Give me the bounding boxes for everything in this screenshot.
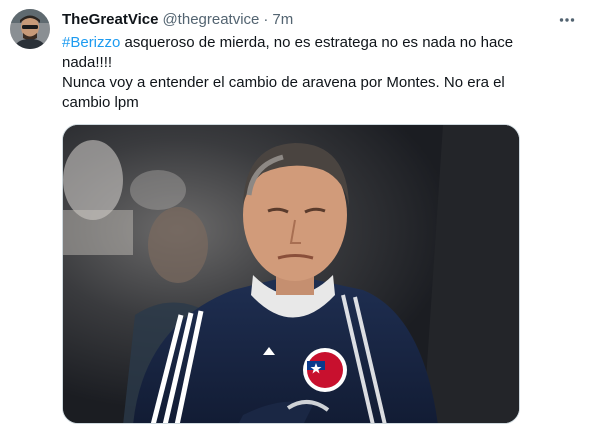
tweet-line-1-text: asqueroso de mierda, no es estratega no …	[62, 34, 514, 71]
timestamp[interactable]: 7m	[272, 10, 293, 30]
tweet-text: #Berizzo asqueroso de mierda, no es estr…	[62, 33, 532, 113]
tweet-media[interactable]	[62, 124, 520, 424]
more-options-button[interactable]	[556, 9, 578, 31]
more-horizontal-icon	[559, 18, 575, 22]
tweet-paragraph-1: #Berizzo asqueroso de mierda, no es estr…	[62, 33, 532, 73]
separator-dot: ·	[263, 11, 269, 28]
avatar[interactable]	[10, 9, 50, 49]
hashtag-link[interactable]: #Berizzo	[62, 34, 120, 51]
user-handle[interactable]: @thegreatvice	[162, 10, 259, 30]
tweet-paragraph-2: Nunca voy a entender el cambio de araven…	[62, 74, 505, 111]
display-name[interactable]: TheGreatVice	[62, 10, 158, 30]
tweet-header: TheGreatVice @thegreatvice · 7m	[62, 10, 293, 30]
avatar-image	[10, 9, 50, 49]
photo-man-in-tracksuit	[63, 125, 519, 423]
tweet: TheGreatVice @thegreatvice · 7m #Berizzo…	[0, 0, 596, 424]
